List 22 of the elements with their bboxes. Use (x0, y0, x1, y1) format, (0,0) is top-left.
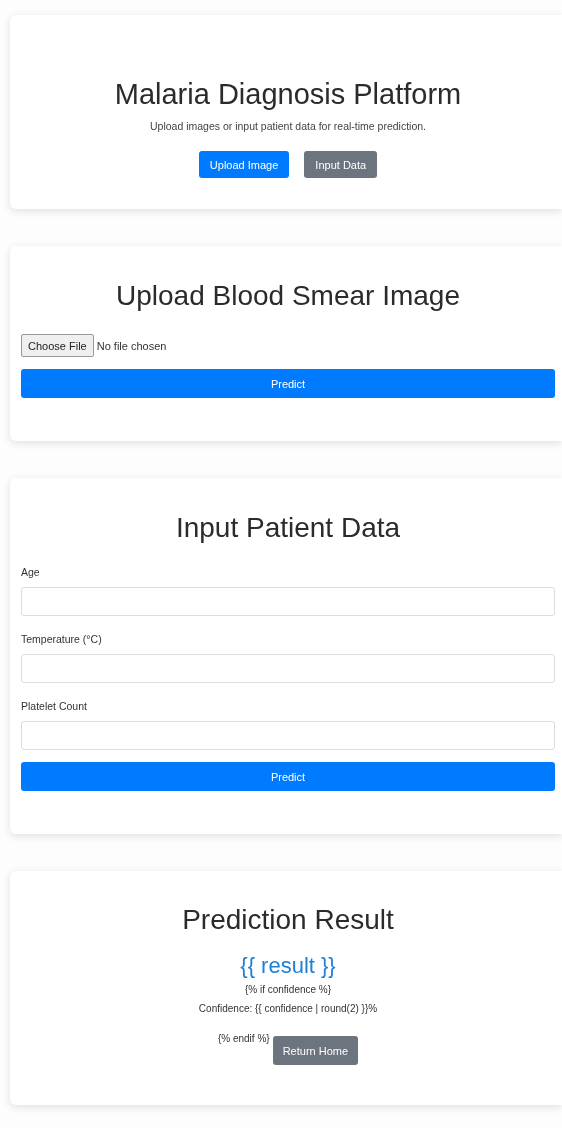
result-line: {% if confidence %} (244, 983, 332, 997)
input-field[interactable] (21, 587, 555, 616)
field-label: Platelet Count (21, 700, 88, 712)
input-field[interactable] (21, 654, 555, 683)
button[interactable]: Predict (21, 369, 555, 398)
section-title: Upload Blood Smear Image (115, 279, 461, 313)
field-label: Age (21, 566, 41, 578)
section-title: Prediction Result (182, 903, 394, 937)
page-title: Malaria Diagnosis Platform (114, 77, 462, 112)
result-line: Confidence: {{ confidence | round(2) }}% (198, 1002, 378, 1016)
button[interactable]: Predict (21, 762, 555, 791)
button[interactable]: Return Home (272, 1036, 359, 1065)
file-status: No file chosen (96, 339, 167, 352)
result-text: {{ result }} (240, 952, 336, 980)
section-title: Input Patient Data (174, 511, 402, 545)
button[interactable]: Input Data (304, 151, 378, 178)
field-label: Temperature (°C) (21, 633, 103, 645)
subtitle: Upload images or input patient data for real-time prediction. (149, 120, 427, 132)
template-text: {% endif %} (217, 1033, 270, 1044)
input-field[interactable] (21, 721, 555, 750)
choose-file-button[interactable]: Choose File (21, 334, 94, 357)
button[interactable]: Upload Image (198, 151, 290, 178)
